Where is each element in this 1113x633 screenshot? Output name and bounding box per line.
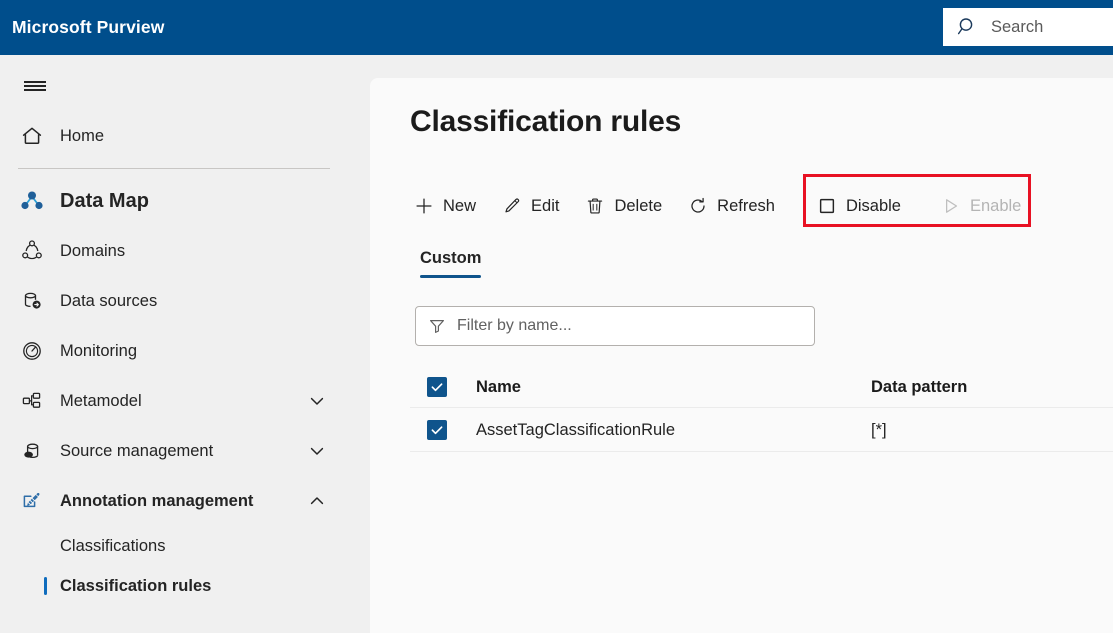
sidebar-section-data-map[interactable]: Data Map — [0, 176, 348, 226]
table-header-row: Name Data pattern — [410, 366, 1113, 408]
sidebar-subitem-label: Classifications — [60, 536, 166, 555]
disable-button[interactable]: Disable — [807, 186, 911, 226]
chevron-down-icon[interactable] — [308, 392, 326, 410]
sidebar-section-label: Data Map — [60, 189, 149, 212]
hamburger-menu-icon[interactable] — [18, 69, 52, 103]
global-search-box[interactable]: Search — [943, 8, 1113, 46]
filter-icon — [428, 317, 446, 335]
sidebar-divider — [18, 168, 330, 169]
data-map-icon — [18, 187, 46, 215]
trash-icon — [585, 196, 605, 216]
main-content-panel: Classification rules New Edit Delete Ref… — [370, 78, 1113, 633]
home-icon — [18, 122, 46, 150]
add-icon — [414, 196, 434, 216]
tab-label: Custom — [420, 249, 482, 267]
sidebar-item-annotation-management[interactable]: Annotation management — [0, 476, 348, 526]
new-button-label: New — [443, 196, 477, 215]
cell-data-pattern: [*] — [871, 420, 887, 439]
delete-button-label: Delete — [614, 196, 663, 215]
sidebar-item-home[interactable]: Home — [0, 111, 348, 161]
cell-name[interactable]: AssetTagClassificationRule — [476, 421, 871, 440]
data-sources-icon — [18, 287, 46, 315]
delete-button[interactable]: Delete — [575, 186, 672, 226]
refresh-button[interactable]: Refresh — [678, 186, 785, 226]
play-triangle-icon — [941, 196, 961, 216]
filter-placeholder: Filter by name... — [457, 317, 572, 334]
app-title: Microsoft Purview — [12, 17, 165, 37]
search-icon — [957, 16, 979, 38]
active-indicator — [44, 577, 47, 595]
sidebar-item-classification-rules[interactable]: Classification rules — [0, 566, 348, 606]
sidebar-subitem-label: Classification rules — [60, 576, 212, 595]
edit-button-label: Edit — [531, 196, 560, 215]
domains-icon — [18, 237, 46, 265]
page-title: Classification rules — [410, 105, 682, 138]
sidebar-item-label: Source management — [60, 441, 214, 460]
select-all-checkbox[interactable] — [427, 377, 447, 397]
source-management-icon — [18, 437, 46, 465]
sidebar: Home Data Map Domains Data sources Monit… — [0, 55, 348, 633]
annotation-management-icon — [18, 487, 46, 515]
edit-button[interactable]: Edit — [492, 186, 569, 226]
table-row[interactable]: AssetTagClassificationRule [*] — [410, 408, 1113, 452]
tab-custom[interactable]: Custom — [410, 249, 491, 278]
row-checkbox[interactable] — [427, 420, 447, 440]
sidebar-item-metamodel[interactable]: Metamodel — [0, 376, 348, 426]
app-header: Microsoft Purview Search — [0, 0, 1113, 55]
refresh-button-label: Refresh — [717, 196, 775, 215]
search-placeholder: Search — [991, 17, 1044, 36]
sidebar-item-label: Metamodel — [60, 391, 142, 410]
refresh-icon — [688, 196, 708, 216]
sidebar-item-label: Annotation management — [60, 491, 254, 510]
tab-strip: Custom — [410, 238, 491, 278]
filter-input[interactable]: Filter by name... — [415, 306, 815, 346]
column-header-data-pattern[interactable]: Data pattern — [871, 378, 1051, 397]
command-bar: New Edit Delete Refresh Disable Enable — [404, 182, 1037, 230]
sidebar-item-domains[interactable]: Domains — [0, 226, 348, 276]
classification-rules-table: Name Data pattern AssetTagClassification… — [410, 366, 1113, 452]
chevron-up-icon[interactable] — [308, 492, 326, 510]
sidebar-item-classifications[interactable]: Classifications — [0, 526, 348, 566]
new-button[interactable]: New — [404, 186, 486, 226]
sidebar-item-data-sources[interactable]: Data sources — [0, 276, 348, 326]
sidebar-item-label: Home — [60, 126, 105, 145]
pencil-icon — [502, 196, 522, 216]
metamodel-icon — [18, 387, 46, 415]
disable-button-label: Disable — [845, 196, 901, 215]
enable-button-label: Enable — [969, 196, 1022, 215]
sidebar-item-label: Domains — [60, 241, 126, 260]
sidebar-item-label: Data sources — [60, 291, 158, 310]
sidebar-item-monitoring[interactable]: Monitoring — [0, 326, 348, 376]
chevron-down-icon[interactable] — [308, 442, 326, 460]
sidebar-nav-list: Home Data Map Domains Data sources Monit… — [0, 111, 348, 606]
sidebar-item-label: Monitoring — [60, 341, 138, 360]
monitoring-icon — [18, 337, 46, 365]
enable-button[interactable]: Enable — [931, 186, 1031, 226]
row-separator — [410, 451, 1113, 452]
stop-square-icon — [817, 196, 837, 216]
column-header-name[interactable]: Name — [476, 378, 871, 397]
sidebar-item-source-management[interactable]: Source management — [0, 426, 348, 476]
